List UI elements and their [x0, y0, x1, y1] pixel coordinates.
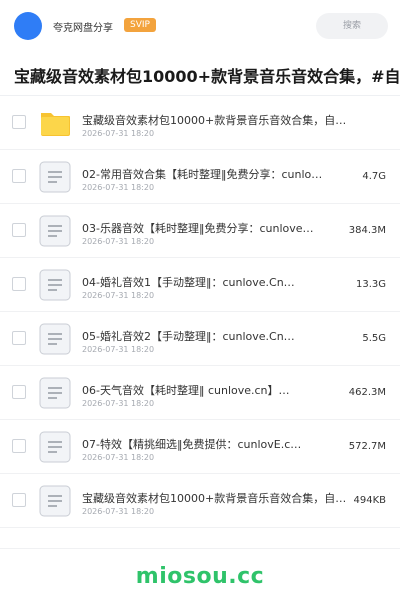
file-name: 05-婚礼音效2【手动整理‖：cunlove.Cn… — [82, 330, 295, 343]
row-checkbox[interactable] — [12, 493, 26, 507]
file-icon — [39, 485, 71, 517]
row-checkbox[interactable] — [12, 439, 26, 453]
file-size: 5.5G — [362, 333, 386, 344]
file-size: 572.7M — [348, 441, 386, 452]
file-size: 384.3M — [348, 225, 386, 236]
row-checkbox[interactable] — [12, 331, 26, 345]
divider — [0, 548, 400, 549]
file-row[interactable]: 07-特效【精挑细选‖免费提供：cunlovE.c… 2026-07-31 18… — [0, 420, 400, 474]
file-date: 2026-07-31 18:20 — [82, 507, 155, 516]
sharer-name: 夸克网盘分享 — [53, 23, 113, 34]
file-row[interactable]: 03-乐器音效【耗时整理‖免费分享：cunlove… 2026-07-31 18… — [0, 204, 400, 258]
file-name: 07-特效【精挑细选‖免费提供：cunlovE.c… — [82, 438, 302, 451]
file-date: 2026-07-31 18:20 — [82, 183, 155, 192]
file-row[interactable]: 04-婚礼音效1【手动整理‖：cunlove.Cn… 2026-07-31 18… — [0, 258, 400, 312]
file-row[interactable]: 02-常用音效合集【耗时整理‖免费分享：cunlo… 2026-07-31 18… — [0, 150, 400, 204]
row-checkbox[interactable] — [12, 115, 26, 129]
file-name: 宝藏级音效素材包10000+款背景音乐音效合集，自… — [82, 492, 347, 505]
file-icon — [39, 161, 71, 193]
file-size: 462.3M — [348, 387, 386, 398]
file-size: 13.3G — [355, 279, 386, 290]
row-checkbox[interactable] — [12, 223, 26, 237]
file-date: 2026-07-31 18:20 — [82, 291, 155, 300]
file-date: 2026-07-31 18:20 — [82, 399, 155, 408]
file-row[interactable]: 宝藏级音效素材包10000+款背景音乐音效合集，自… 2026-07-31 18… — [0, 474, 400, 528]
file-row[interactable]: 06-天气音效【耗时整理‖ cunlove.cn】… 2026-07-31 18… — [0, 366, 400, 420]
file-name: 06-天气音效【耗时整理‖ cunlove.cn】… — [82, 384, 290, 397]
site-watermark: miosou.cc — [135, 564, 265, 589]
file-date: 2026-07-31 18:20 — [82, 129, 155, 138]
file-date: 2026-07-31 18:20 — [82, 453, 155, 462]
row-checkbox[interactable] — [12, 277, 26, 291]
file-date: 2026-07-31 18:20 — [82, 237, 155, 246]
top-bar: 夸克网盘分享 SVIP 搜索 — [0, 0, 400, 52]
file-row[interactable]: 05-婚礼音效2【手动整理‖：cunlove.Cn… 2026-07-31 18… — [0, 312, 400, 366]
file-icon — [39, 215, 71, 247]
folder-icon — [41, 113, 70, 136]
avatar[interactable] — [14, 12, 42, 40]
file-name: 04-婚礼音效1【手动整理‖：cunlove.Cn… — [82, 276, 295, 289]
file-row[interactable]: 宝藏级音效素材包10000+款背景音乐音效合集，自… 2026-07-31 18… — [0, 96, 400, 150]
file-size: 494KB — [353, 495, 386, 506]
file-icon — [39, 377, 71, 409]
file-size: 4.7G — [362, 171, 386, 182]
row-checkbox[interactable] — [12, 169, 26, 183]
file-name: 02-常用音效合集【耗时整理‖免费分享：cunlo… — [82, 168, 323, 181]
file-icon — [39, 269, 71, 301]
row-checkbox[interactable] — [12, 385, 26, 399]
file-name: 03-乐器音效【耗时整理‖免费分享：cunlove… — [82, 222, 314, 235]
file-date: 2026-07-31 18:20 — [82, 345, 155, 354]
file-name: 宝藏级音效素材包10000+款背景音乐音效合集，自… — [82, 114, 347, 127]
file-icon — [39, 323, 71, 355]
svip-badge: SVIP — [124, 18, 156, 32]
file-icon — [39, 431, 71, 463]
share-title: 宝藏级音效素材包10000+款背景音乐音效合集，#自然片头舞台 — [14, 67, 400, 86]
search-input[interactable]: 搜索 — [316, 13, 388, 39]
